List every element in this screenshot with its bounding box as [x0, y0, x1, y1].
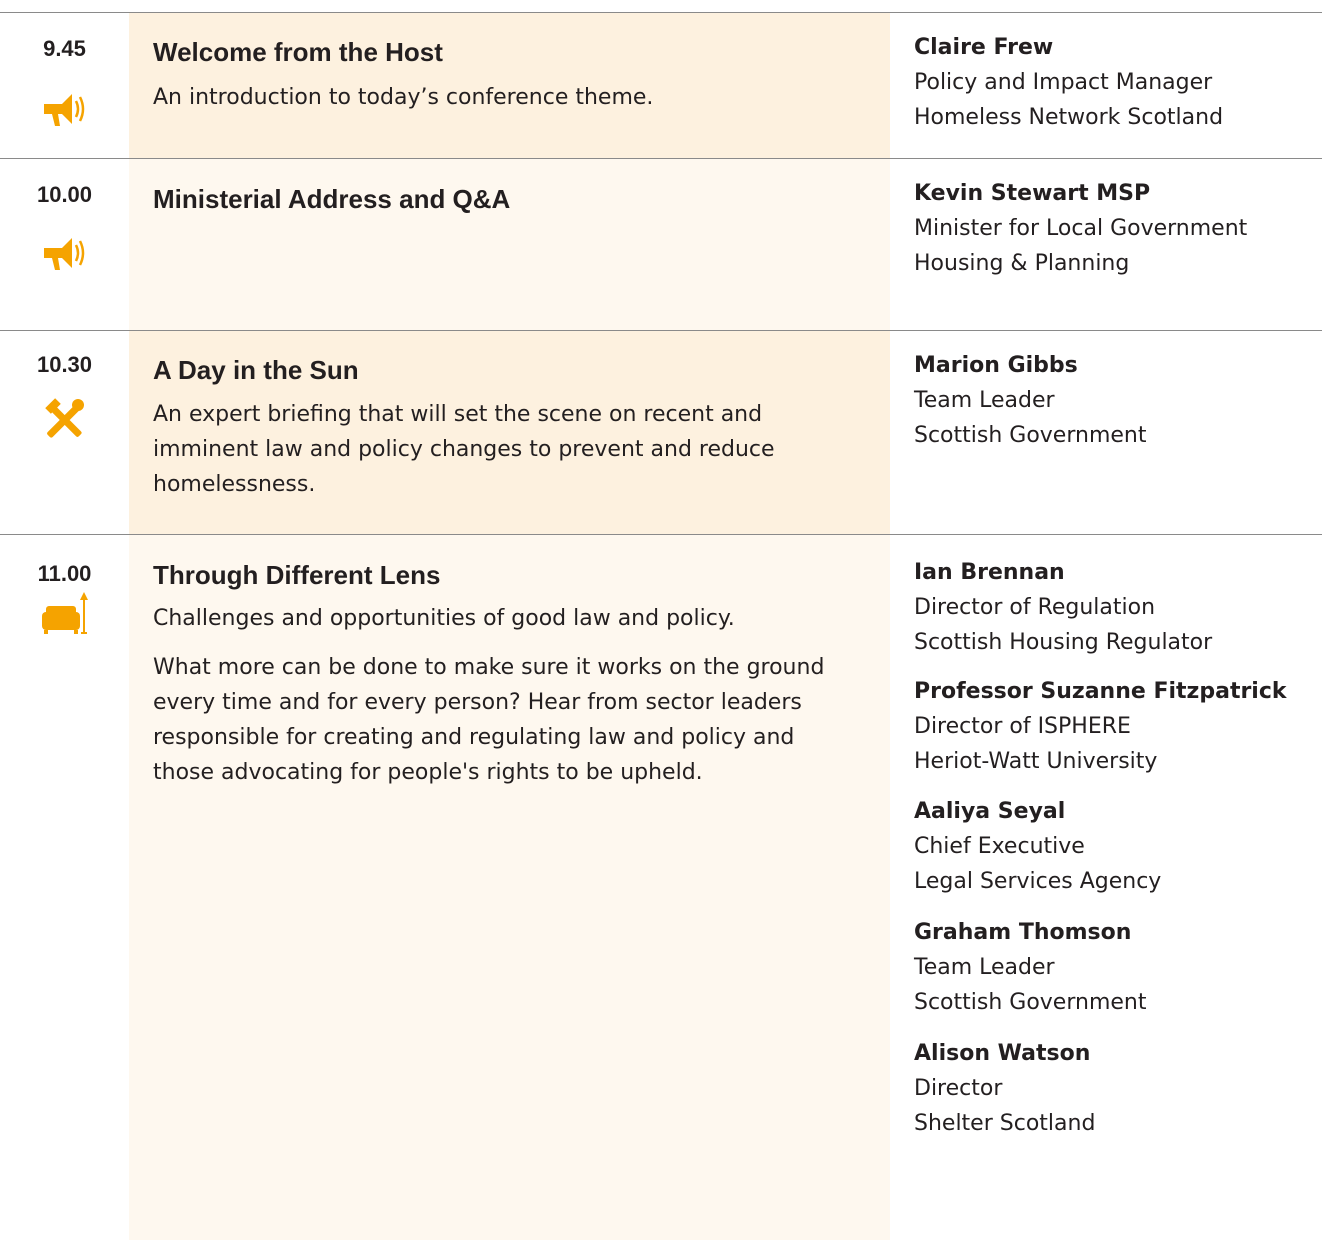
speaker-role: Chief Executive: [914, 834, 1085, 859]
speaker-role: Team Leader: [914, 955, 1055, 980]
session-time: 10.30: [36, 352, 93, 377]
session-description: Challenges and opportunities of good law…: [153, 606, 735, 631]
speaker-name: Ian Brennan: [914, 560, 1065, 585]
speaker-name: Claire Frew: [914, 35, 1054, 60]
session-title: A Day in the Sun: [153, 355, 359, 385]
megaphone-icon: [40, 84, 88, 132]
speaker: Ian Brennan Director of Regulation Scott…: [914, 555, 1314, 660]
speaker-organisation: Scottish Government: [914, 990, 1147, 1015]
speaker: Alison Watson Director Shelter Scotland: [914, 1036, 1314, 1141]
session-title: Through Different Lens: [153, 560, 441, 590]
session-title: Ministerial Address and Q&A: [153, 184, 511, 214]
speaker-name: Graham Thomson: [914, 920, 1132, 945]
speaker-name: Alison Watson: [914, 1041, 1091, 1066]
speaker-name: Marion Gibbs: [914, 353, 1078, 378]
speaker-role: Minister for Local Government: [914, 216, 1248, 241]
divider: [0, 158, 1322, 159]
speaker-name: Kevin Stewart MSP: [914, 181, 1151, 206]
session-time: 9.45: [43, 36, 86, 61]
speaker-role: Director of ISPHERE: [914, 714, 1131, 739]
sofa-lamp-icon: [40, 590, 88, 638]
megaphone-icon: [40, 228, 88, 276]
session-description: What more can be done to make sure it wo…: [153, 655, 825, 785]
session-title: Welcome from the Host: [153, 37, 443, 67]
speaker: Aaliya Seyal Chief Executive Legal Servi…: [914, 794, 1314, 899]
speaker-organisation: Scottish Housing Regulator: [914, 630, 1213, 655]
row-shade-4: [129, 534, 890, 1240]
speaker: Kevin Stewart MSP Minister for Local Gov…: [914, 176, 1314, 281]
session-description: An expert briefing that will set the sce…: [153, 402, 775, 497]
speaker-organisation: Shelter Scotland: [914, 1111, 1096, 1136]
speaker-role: Team Leader: [914, 388, 1055, 413]
speaker-organisation: Legal Services Agency: [914, 869, 1162, 894]
session-description: An introduction to today’s conference th…: [153, 85, 654, 110]
speaker-organisation: Scottish Government: [914, 423, 1147, 448]
speaker: Claire Frew Policy and Impact Manager Ho…: [914, 30, 1314, 135]
speaker-name: Professor Suzanne Fitzpatrick: [914, 679, 1287, 704]
divider: [0, 534, 1322, 535]
speaker: Graham Thomson Team Leader Scottish Gove…: [914, 915, 1314, 1020]
divider: [0, 12, 1322, 13]
speaker: Professor Suzanne Fitzpatrick Director o…: [914, 674, 1314, 779]
speaker-role: Policy and Impact Manager: [914, 70, 1213, 95]
session-time: 11.00: [37, 561, 92, 586]
speaker-organisation: Housing & Planning: [914, 251, 1130, 276]
speaker-role: Director: [914, 1076, 1003, 1101]
speaker-organisation: Homeless Network Scotland: [914, 105, 1224, 130]
tools-icon: [40, 396, 88, 444]
speaker-organisation: Heriot-Watt University: [914, 749, 1158, 774]
session-time: 10.00: [36, 182, 93, 207]
speaker-name: Aaliya Seyal: [914, 799, 1066, 824]
speaker: Marion Gibbs Team Leader Scottish Govern…: [914, 348, 1314, 453]
divider: [0, 330, 1322, 331]
speaker-role: Director of Regulation: [914, 595, 1156, 620]
